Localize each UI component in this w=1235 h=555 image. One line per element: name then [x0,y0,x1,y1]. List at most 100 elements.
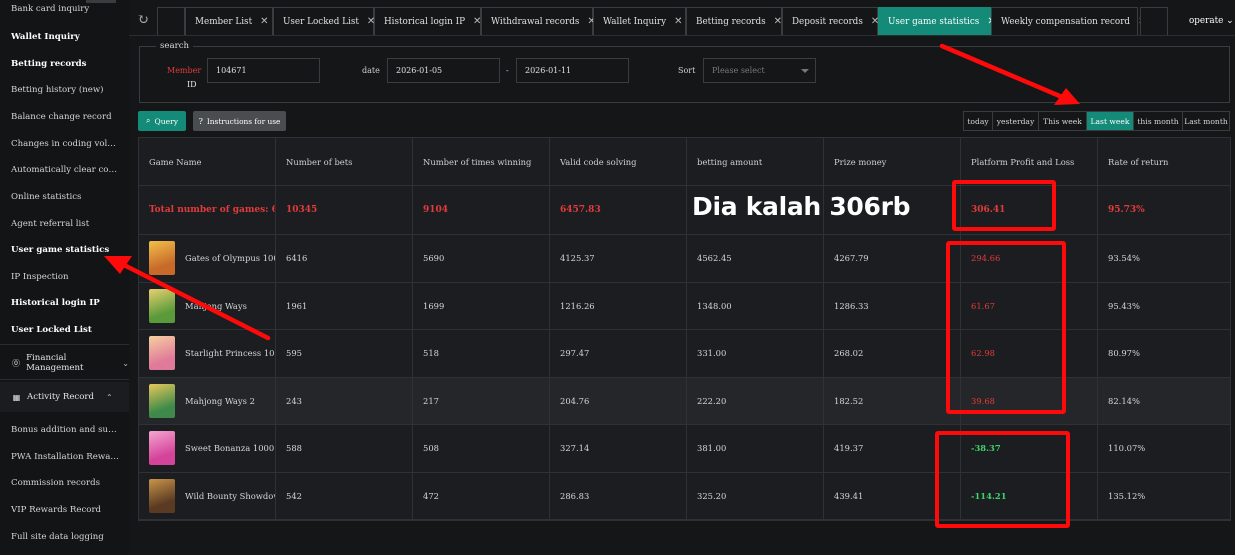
range-today[interactable]: today [964,112,993,130]
member-id-input[interactable]: 104671 [207,58,320,83]
range-yesterday[interactable]: yesterday [993,112,1039,130]
header-prize-money[interactable]: Prize money [824,138,961,185]
table-row[interactable]: Starlight Princess 1000 595 518 297.47 331.0… [139,330,1230,378]
cell-valid: 297.47 [550,330,687,377]
cell-bets: 243 [276,377,413,424]
header-valid-code[interactable]: Valid code solving [550,138,687,185]
tab-label: Betting records [696,16,766,27]
close-icon[interactable]: ✕ [674,16,682,27]
range-last-month[interactable]: Last month [1183,112,1229,130]
search-legend: search [156,41,194,51]
game-thumbnail [149,241,175,276]
sidebar-scroll-indicator [86,0,116,3]
tab-label: Deposit records [792,16,863,27]
game-thumbnail [149,431,175,466]
sidebar-item-bank-card-inquiry[interactable]: Bank card inquiry [11,4,121,14]
tab-wallet-inquiry[interactable]: Wallet Inquiry ✕ [593,7,686,35]
sidebar-group-label: Financial Management [26,353,84,373]
sort-select[interactable]: Please select [703,58,816,83]
sidebar-item-pwa-reward-records[interactable]: PWA Installation Reward Records [11,452,121,462]
tab-user-game-statistics[interactable]: User game statistics✕ [878,7,996,35]
header-number-of-bets[interactable]: Number of bets [276,138,413,185]
cell-prize: 268.02 [824,330,961,377]
sidebar-group-activity-record[interactable]: ▦ Activity Record ⌃ [0,382,129,412]
cell-rate: 93.54% [1108,253,1140,264]
sidebar-item-betting-history-new[interactable]: Betting history (new) [11,85,121,95]
game-name-label: Mahjong Ways 2 [185,395,255,406]
cell-prize: 182.52 [824,377,961,424]
date-separator: - [506,66,509,75]
refresh-icon[interactable]: ↻ [135,12,151,28]
header-platform-pnl[interactable]: Platform Profit and Loss [961,138,1098,185]
sidebar-item-vip-rewards-record[interactable]: VIP Rewards Record [11,505,121,515]
tab-historical-login-ip[interactable]: Historical login IP ✕ [374,7,481,35]
dollar-circle-icon: ⓪ [12,358,21,368]
cell-bets: 588 [276,425,413,472]
sidebar-item-historical-login-ip[interactable]: Historical login IP [11,298,121,308]
sidebar-item-bonus-addition[interactable]: Bonus addition and subtraction [11,425,121,435]
tab-scroll-right[interactable] [1140,7,1168,35]
close-icon[interactable]: ✕ [774,16,782,27]
tab-withdrawal-records[interactable]: Withdrawal records ✕ [481,7,596,35]
operate-menu[interactable]: operate ⌄ [1189,16,1234,26]
range-this-week[interactable]: This week [1039,112,1087,130]
game-thumbnail [149,336,175,371]
sidebar-item-agent-referral-list[interactable]: Agent referral list [11,219,121,229]
chevron-down-icon: ⌄ [122,358,129,368]
instructions-button[interactable]: ? Instructions for use [193,111,286,131]
cell-valid: 4125.37 [550,235,687,282]
tab-bar: ↻ Member List ✕ User Locked List ✕ Histori… [129,0,1235,36]
total-bets: 10345 [276,186,413,234]
sidebar-item-user-game-statistics[interactable]: User game statistics [11,245,121,255]
range-this-month[interactable]: this month [1134,112,1183,130]
annotation-text: Dia kalah 306rb [692,192,911,221]
tab-scroll-left[interactable] [157,7,185,35]
tab-label: User Locked List [283,16,359,27]
annotation-box-total [952,180,1056,231]
annotation-box-gains [935,431,1070,528]
sidebar-item-coding-volume-changes[interactable]: Changes in coding volume [11,139,121,149]
cell-bets: 1961 [276,282,413,329]
query-button-label: Query [154,116,178,126]
cell-rate: 80.97% [1108,348,1140,359]
table-row[interactable]: Mahjong Ways 1961 1699 1216.26 1348.00 1286.3… [139,282,1230,330]
cell-bets: 6416 [276,235,413,282]
total-valid: 6457.83 [550,186,687,234]
table-row[interactable]: Mahjong Ways 2 243 217 204.76 222.20 182.52 39… [139,377,1230,425]
cell-rate: 82.14% [1108,395,1140,406]
sidebar-item-commission-records[interactable]: Commission records [11,478,121,488]
cell-rate: 95.43% [1108,300,1140,311]
header-game-name[interactable]: Game Name [139,138,276,185]
close-icon[interactable]: ✕ [260,16,268,27]
cell-amount: 325.20 [687,472,824,519]
sidebar-divider [0,379,129,380]
sidebar-item-balance-change-record[interactable]: Balance change record [11,112,121,122]
sidebar-item-full-site-logging[interactable]: Full site data logging [11,532,121,542]
header-rate-of-return[interactable]: Rate of return [1098,138,1230,185]
range-last-week[interactable]: Last week [1087,112,1134,130]
date-to-input[interactable]: 2026-01-11 [516,58,629,83]
header-betting-amount[interactable]: betting amount [687,138,824,185]
game-thumbnail [149,478,175,513]
sidebar-item-online-statistics[interactable]: Online statistics [11,192,121,202]
table-row[interactable]: Gates of Olympus 1000 6416 5690 4125.37 4562… [139,235,1230,283]
cell-game-name: Mahjong Ways 2 [139,377,276,424]
sidebar-item-betting-records[interactable]: Betting records [11,59,121,69]
cell-rate: 135.12% [1108,490,1146,501]
query-button[interactable]: ⌕ Query [138,111,186,131]
tab-member-list[interactable]: Member List ✕ [185,7,273,35]
sidebar-item-ip-inspection[interactable]: IP Inspection [11,272,121,282]
total-rate: 95.73% [1108,205,1145,215]
sidebar-item-user-locked-list[interactable]: User Locked List [11,325,121,335]
date-from-input[interactable]: 2026-01-05 [387,58,500,83]
sidebar-item-wallet-inquiry[interactable]: Wallet Inquiry [11,32,121,42]
tab-deposit-records[interactable]: Deposit records ✕ [782,7,879,35]
cell-valid: 204.76 [550,377,687,424]
tab-user-locked-list[interactable]: User Locked List ✕ [273,7,375,35]
sidebar-group-financial-management[interactable]: ⓪ Financial Management ⌄ [0,348,129,378]
sidebar-item-auto-clear-coding[interactable]: Automatically clear coding volume [11,165,121,175]
tab-label: Wallet Inquiry [603,16,667,27]
tab-betting-records[interactable]: Betting records ✕ [686,7,782,35]
header-times-winning[interactable]: Number of times winning [413,138,550,185]
tab-weekly-compensation-record[interactable]: Weekly compensation record✕ [991,7,1146,35]
